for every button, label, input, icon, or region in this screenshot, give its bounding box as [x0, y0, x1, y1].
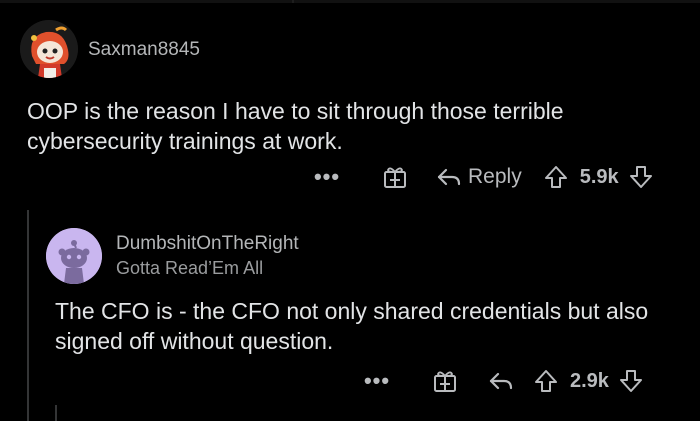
reply-more-options-button[interactable]: •••	[362, 368, 392, 393]
thread-line[interactable]	[27, 210, 29, 421]
reply-arrow-icon	[437, 168, 461, 186]
top-divider	[0, 0, 700, 3]
gift-icon	[434, 371, 456, 392]
downvote-arrow-icon	[629, 166, 652, 188]
gift-icon	[384, 167, 406, 188]
reply-vote-count: 2.9k	[570, 369, 609, 392]
upvote-arrow-icon	[544, 166, 567, 188]
reply-flair: Gotta Read’Em All	[116, 258, 264, 278]
comment-body: OOP is the reason I have to sit through …	[27, 98, 564, 154]
reply-avatar[interactable]	[46, 228, 102, 284]
nested-thread-line[interactable]	[55, 405, 57, 421]
reply-button[interactable]: Reply	[436, 165, 522, 189]
reply-more-options-label: •••	[363, 368, 391, 393]
reply-reply-button[interactable]	[488, 370, 514, 392]
snoo-avatar-red-hair-icon	[20, 20, 78, 78]
reply-downvote-button[interactable]	[619, 368, 643, 394]
reply-action-bar: ••• 2.9k	[362, 366, 643, 396]
award-button[interactable]	[382, 164, 408, 190]
reply-award-button[interactable]	[432, 368, 458, 394]
comment-username[interactable]: Saxman8845	[88, 39, 200, 61]
default-snoo-avatar-icon	[46, 228, 102, 284]
more-options-button[interactable]: •••	[312, 164, 342, 189]
upvote-arrow-icon	[535, 370, 557, 392]
upvote-button[interactable]	[544, 164, 568, 190]
divider-tick	[292, 0, 294, 3]
reply-label: Reply	[468, 165, 522, 188]
comment-avatar[interactable]	[20, 20, 78, 78]
reply-upvote-button[interactable]	[534, 368, 558, 394]
reply-username[interactable]: DumbshitOnTheRight	[116, 233, 299, 255]
comment-action-bar: ••• Reply 5.9k	[312, 162, 653, 192]
downvote-button[interactable]	[629, 164, 653, 190]
reply-body: The CFO is - the CFO not only shared cre…	[55, 298, 649, 354]
reply-arrow-icon	[489, 372, 513, 390]
downvote-arrow-icon	[619, 370, 642, 392]
vote-count: 5.9k	[579, 165, 619, 188]
more-options-label: •••	[313, 164, 341, 189]
